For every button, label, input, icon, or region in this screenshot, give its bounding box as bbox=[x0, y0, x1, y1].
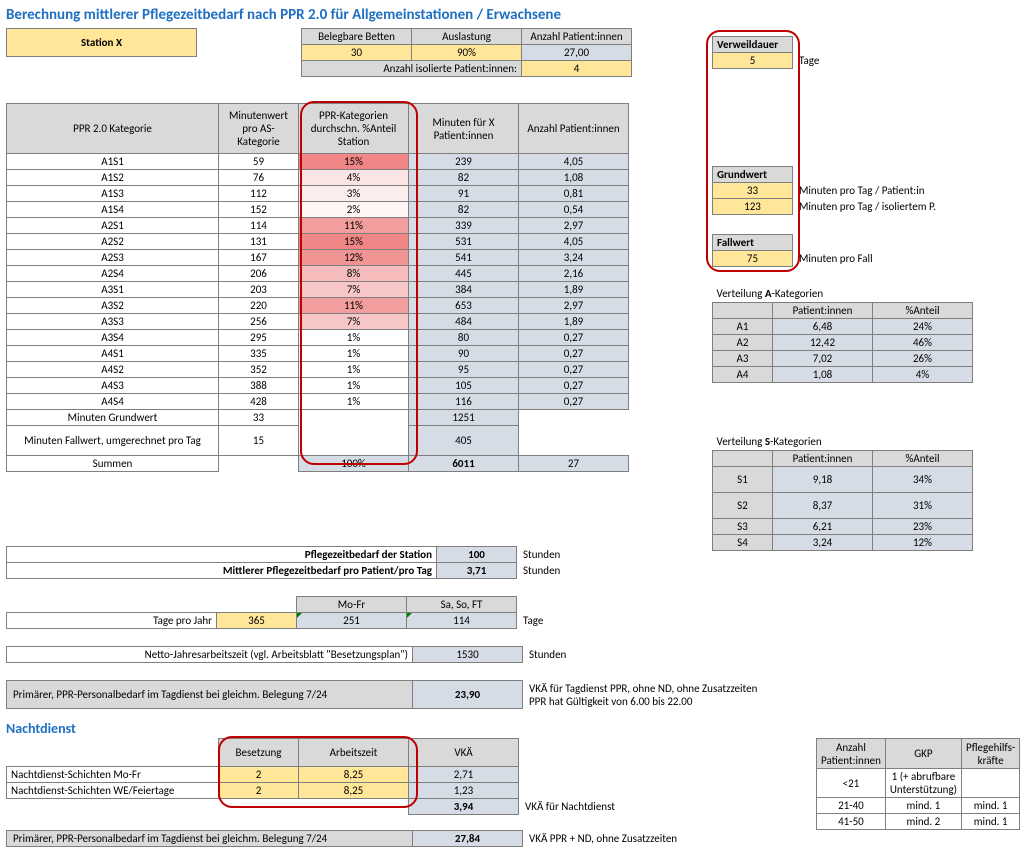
cat: A4S3 bbox=[7, 378, 219, 394]
dist-s: Verteilung S-Kategorien Patient:innen%An… bbox=[712, 434, 973, 551]
primary2: Primärer, PPR-Personalbedarf im Tagdiens… bbox=[6, 830, 681, 847]
cat: A3S4 bbox=[7, 330, 219, 346]
cat: A2S4 bbox=[7, 266, 219, 282]
page-title: Berechnung mittlerer Pflegezeitbedarf na… bbox=[6, 6, 1016, 24]
cat: A3S2 bbox=[7, 298, 219, 314]
days: Mo-FrSa, So, FT Tage pro Jahr365251114Ta… bbox=[6, 596, 548, 629]
fallwert: Fallwert 75Minuten pro Fall bbox=[712, 234, 877, 267]
cat: A3S1 bbox=[7, 282, 219, 298]
cat: A4S2 bbox=[7, 362, 219, 378]
primary1: Primärer, PPR-Personalbedarf im Tagdiens… bbox=[6, 680, 823, 709]
station-name: Station X bbox=[7, 29, 197, 57]
cat: A1S3 bbox=[7, 186, 219, 202]
occupancy-table: Belegbare BettenAuslastungAnzahl Patient… bbox=[301, 28, 632, 77]
staffing: Anzahl Patient:innenGKPPflegehilfs-kräft… bbox=[816, 738, 1020, 830]
nacht-table: BesetzungArbeitszeitVKÄ Nachtdienst-Schi… bbox=[6, 738, 619, 815]
ppr-table: PPR 2.0 Kategorie Minutenwert pro AS-Kat… bbox=[6, 103, 629, 472]
sheet: Berechnung mittlerer Pflegezeitbedarf na… bbox=[6, 6, 1016, 846]
grundwert: Grundwert 33Minuten pro Tag / Patient:in… bbox=[712, 166, 953, 215]
netto: Netto-Jahresarbeitszeit (vgl. Arbeitsbla… bbox=[6, 646, 570, 663]
nacht-title: Nachtdienst bbox=[6, 720, 76, 737]
cat: A3S3 bbox=[7, 314, 219, 330]
cat: A1S1 bbox=[7, 154, 219, 170]
cat: A2S1 bbox=[7, 218, 219, 234]
results: Pflegezeitbedarf der Station100Stunden M… bbox=[6, 546, 565, 579]
cat: A4S4 bbox=[7, 394, 219, 410]
station-box: Station X bbox=[6, 28, 197, 57]
cat: A1S2 bbox=[7, 170, 219, 186]
cat: A1S4 bbox=[7, 202, 219, 218]
cat: A4S1 bbox=[7, 346, 219, 362]
verweildauer: Verweildauer 5Tage bbox=[712, 36, 824, 69]
cat: A2S3 bbox=[7, 250, 219, 266]
cat: A2S2 bbox=[7, 234, 219, 250]
dist-a: Verteilung A-Kategorien Patient:innen%An… bbox=[712, 286, 973, 383]
